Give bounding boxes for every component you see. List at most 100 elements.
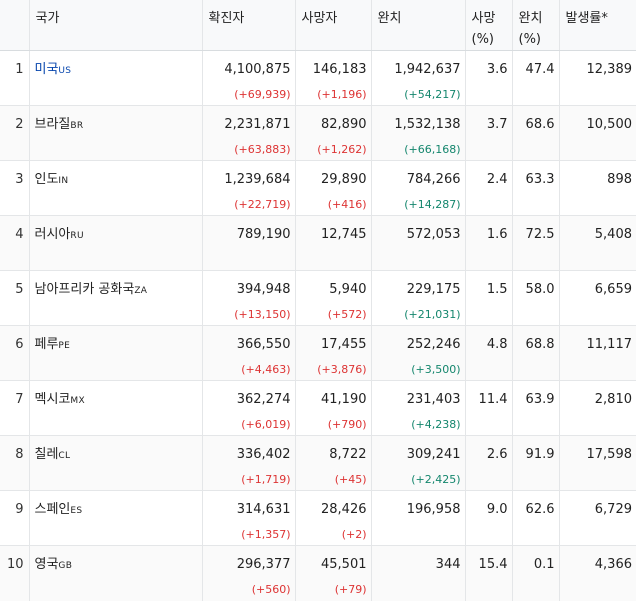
country-cell[interactable]: 영국GB xyxy=(28,545,202,601)
recovery-rate-cell: 47.4 xyxy=(511,50,559,106)
deaths-cell: 8,722 (+45) xyxy=(294,435,371,491)
country-cell[interactable]: 스페인ES xyxy=(28,490,202,546)
header-deaths[interactable]: 사망자 xyxy=(294,0,371,51)
table-row: 4 러시아RU 789,190 12,745 572,053 1.6 72.5 5,408 xyxy=(0,215,636,271)
header-confirmed[interactable]: 확진자 xyxy=(201,0,295,51)
header-recovered[interactable]: 완치 xyxy=(370,0,465,51)
confirmed-cell: 314,631 (+1,357) xyxy=(201,490,295,546)
confirmed-value: 366,550 xyxy=(236,337,291,352)
recovered-value: 309,241 xyxy=(406,447,461,462)
deaths-cell: 82,890 (+1,262) xyxy=(294,105,371,161)
recovery-rate-cell: 68.8 xyxy=(511,325,559,381)
incidence-cell: 6,659 xyxy=(558,270,636,326)
incidence-cell: 4,366 xyxy=(558,545,636,601)
country-cell[interactable]: 멕시코MX xyxy=(28,380,202,436)
recovered-delta: (+4,238) xyxy=(411,418,461,431)
country-code: BR xyxy=(70,121,84,131)
death-rate-cell: 1.6 xyxy=(464,215,512,271)
country-name[interactable]: 러시아 xyxy=(35,227,71,242)
deaths-delta: (+2) xyxy=(341,528,367,541)
recovery-rate-cell: 72.5 xyxy=(511,215,559,271)
country-code: RU xyxy=(70,231,84,241)
incidence-cell: 6,729 xyxy=(558,490,636,546)
country-cell[interactable]: 미국US xyxy=(28,50,202,106)
header-row: 국가 확진자 사망자 완치 사망 (%) 완치 (%) 발생률* xyxy=(0,0,636,51)
recovered-cell: 572,053 xyxy=(370,215,465,271)
deaths-delta: (+790) xyxy=(327,418,367,431)
header-death-rate[interactable]: 사망 (%) xyxy=(464,0,512,51)
death-rate-cell: 2.4 xyxy=(464,160,512,216)
recovered-cell: 1,532,138 (+66,168) xyxy=(370,105,465,161)
deaths-value: 45,501 xyxy=(321,557,367,572)
deaths-delta: (+572) xyxy=(327,308,367,321)
incidence-cell: 12,389 xyxy=(558,50,636,106)
confirmed-value: 789,190 xyxy=(236,227,291,242)
incidence-cell: 5,408 xyxy=(558,215,636,271)
deaths-value: 12,745 xyxy=(321,227,367,242)
country-name[interactable]: 멕시코 xyxy=(35,392,71,407)
country-cell[interactable]: 칠레CL xyxy=(28,435,202,491)
deaths-delta: (+1,262) xyxy=(317,143,367,156)
incidence-cell: 17,598 xyxy=(558,435,636,491)
recovered-value: 1,532,138 xyxy=(394,117,461,132)
confirmed-delta: (+560) xyxy=(251,583,291,596)
recovery-rate-cell: 68.6 xyxy=(511,105,559,161)
country-name[interactable]: 페루 xyxy=(35,337,59,352)
header-incidence[interactable]: 발생률* xyxy=(558,0,636,51)
recovered-delta: (+2,425) xyxy=(411,473,461,486)
country-name[interactable]: 칠레 xyxy=(35,447,59,462)
recovered-value: 231,403 xyxy=(406,392,461,407)
deaths-cell: 41,190 (+790) xyxy=(294,380,371,436)
confirmed-cell: 394,948 (+13,150) xyxy=(201,270,295,326)
deaths-cell: 29,890 (+416) xyxy=(294,160,371,216)
deaths-cell: 146,183 (+1,196) xyxy=(294,50,371,106)
country-name[interactable]: 영국 xyxy=(35,557,59,572)
deaths-value: 5,940 xyxy=(329,282,367,297)
deaths-value: 29,890 xyxy=(321,172,367,187)
confirmed-value: 4,100,875 xyxy=(224,62,291,77)
table-row: 6 페루PE 366,550 (+4,463) 17,455 (+3,876) 252,24… xyxy=(0,325,636,381)
recovered-value: 344 xyxy=(435,557,461,572)
deaths-value: 82,890 xyxy=(321,117,367,132)
death-rate-cell: 11.4 xyxy=(464,380,512,436)
country-name[interactable]: 미국 xyxy=(35,62,59,77)
recovered-cell: 252,246 (+3,500) xyxy=(370,325,465,381)
recovered-value: 252,246 xyxy=(406,337,461,352)
recovered-cell: 344 xyxy=(370,545,465,601)
deaths-value: 28,426 xyxy=(321,502,367,517)
header-recovery-rate-label: 완치 xyxy=(518,11,543,26)
incidence-cell: 2,810 xyxy=(558,380,636,436)
row-index: 9 xyxy=(0,490,29,546)
country-name[interactable]: 남아프리카 공화국 xyxy=(35,282,135,297)
recovered-value: 196,958 xyxy=(406,502,461,517)
recovered-value: 229,175 xyxy=(406,282,461,297)
header-recovery-rate[interactable]: 완치 (%) xyxy=(511,0,559,51)
confirmed-value: 314,631 xyxy=(236,502,291,517)
deaths-value: 41,190 xyxy=(321,392,367,407)
deaths-cell: 12,745 xyxy=(294,215,371,271)
table-row: 9 스페인ES 314,631 (+1,357) 28,426 (+2) 196,958 9.… xyxy=(0,490,636,546)
country-cell[interactable]: 브라질BR xyxy=(28,105,202,161)
country-cell[interactable]: 러시아RU xyxy=(28,215,202,271)
country-code: ZA xyxy=(134,286,148,296)
country-name[interactable]: 스페인 xyxy=(35,502,71,517)
country-cell[interactable]: 남아프리카 공화국ZA xyxy=(28,270,202,326)
death-rate-cell: 15.4 xyxy=(464,545,512,601)
country-name[interactable]: 브라질 xyxy=(35,117,71,132)
incidence-cell: 11,117 xyxy=(558,325,636,381)
confirmed-delta: (+1,719) xyxy=(241,473,291,486)
recovery-rate-cell: 0.1 xyxy=(511,545,559,601)
recovered-value: 784,266 xyxy=(406,172,461,187)
deaths-delta: (+1,196) xyxy=(317,88,367,101)
covid-stats-table: 국가 확진자 사망자 완치 사망 (%) 완치 (%) 발생률* 1 미국US 4,10… xyxy=(0,0,636,601)
country-name[interactable]: 인도 xyxy=(35,172,59,187)
confirmed-cell: 366,550 (+4,463) xyxy=(201,325,295,381)
row-index: 6 xyxy=(0,325,29,381)
country-cell[interactable]: 인도IN xyxy=(28,160,202,216)
confirmed-delta: (+4,463) xyxy=(241,363,291,376)
country-cell[interactable]: 페루PE xyxy=(28,325,202,381)
recovered-cell: 196,958 xyxy=(370,490,465,546)
header-country[interactable]: 국가 xyxy=(28,0,202,51)
deaths-cell: 5,940 (+572) xyxy=(294,270,371,326)
confirmed-cell: 1,239,684 (+22,719) xyxy=(201,160,295,216)
